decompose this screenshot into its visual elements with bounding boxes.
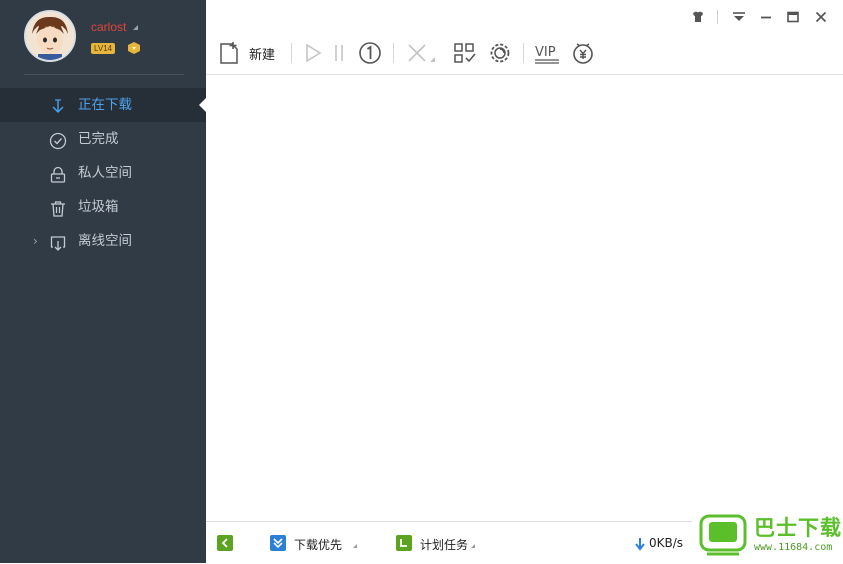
sidebar-item-downloading[interactable]: 正在下载 (0, 88, 206, 122)
download-priority-dropdown[interactable]: 下载优先 (294, 536, 342, 553)
username[interactable]: carlost (91, 20, 126, 34)
task-list-area[interactable] (206, 75, 843, 521)
sidebar: carlost LV14 正在下载 已完成 私人空间 垃圾箱 › 离线空间 (0, 0, 206, 563)
vip-badge-icon[interactable] (126, 41, 142, 55)
watermark-logo-icon (697, 512, 749, 564)
caret-icon[interactable] (471, 544, 475, 548)
sidebar-divider (24, 74, 184, 75)
scheduled-tasks-dropdown[interactable]: 计划任务 (420, 536, 468, 553)
svg-text:VIP: VIP (535, 45, 556, 60)
minimize-icon[interactable] (757, 8, 775, 26)
sidebar-item-trash[interactable]: 垃圾箱 (0, 190, 206, 224)
user-avatar[interactable] (24, 10, 76, 62)
sidebar-item-completed[interactable]: 已完成 (0, 122, 206, 156)
download-arrow-icon (49, 96, 67, 114)
pause-icon[interactable] (331, 40, 347, 66)
sidebar-item-label: 已完成 (78, 131, 119, 147)
schedule-icon (396, 535, 412, 551)
sidebar-item-label: 离线空间 (78, 233, 132, 249)
level-badge: LV14 (91, 43, 116, 54)
watermark-url: www.11684.com (754, 542, 833, 553)
sidebar-nav: 正在下载 已完成 私人空间 垃圾箱 › 离线空间 (0, 88, 206, 258)
toolbar-separator (393, 43, 394, 63)
new-task-button[interactable]: 新建 (249, 44, 275, 63)
sidebar-item-private-space[interactable]: 私人空间 (0, 156, 206, 190)
watermark-text: 巴士下载 (754, 516, 842, 540)
start-play-icon[interactable] (302, 40, 324, 66)
toolbar-separator (523, 43, 524, 63)
download-priority-icon (270, 535, 286, 551)
trash-icon (49, 198, 67, 217)
active-indicator (199, 98, 206, 112)
caret-icon[interactable] (353, 544, 357, 548)
download-speed-arrow-icon (634, 537, 646, 555)
chevron-right-icon[interactable]: › (33, 224, 38, 258)
lock-icon (49, 164, 67, 183)
yuan-coin-icon[interactable] (570, 40, 596, 66)
delete-x-icon[interactable] (404, 40, 438, 66)
limit-speed-icon[interactable] (357, 40, 383, 66)
user-menu-caret-icon[interactable] (133, 25, 138, 30)
sidebar-item-label: 私人空间 (78, 165, 132, 181)
toolbar-separator (291, 43, 292, 63)
vip-icon[interactable]: VIP (533, 40, 561, 66)
cloud-download-icon (49, 232, 67, 251)
collapse-sidebar-icon[interactable] (217, 535, 233, 551)
settings-gear-icon[interactable] (487, 40, 513, 66)
new-task-icon[interactable] (218, 40, 242, 66)
download-speed: 0KB/s (649, 536, 684, 550)
maximize-icon[interactable] (784, 8, 802, 26)
sidebar-item-label: 正在下载 (78, 97, 132, 113)
check-circle-icon (49, 130, 67, 150)
sidebar-item-label: 垃圾箱 (78, 199, 119, 215)
close-icon[interactable] (812, 8, 830, 26)
menu-dropdown-icon[interactable] (730, 8, 748, 26)
titlebar-separator (717, 10, 718, 24)
sidebar-item-offline-space[interactable]: › 离线空间 (0, 224, 206, 258)
qr-code-icon[interactable] (452, 40, 478, 66)
skin-shirt-icon[interactable] (689, 8, 707, 26)
